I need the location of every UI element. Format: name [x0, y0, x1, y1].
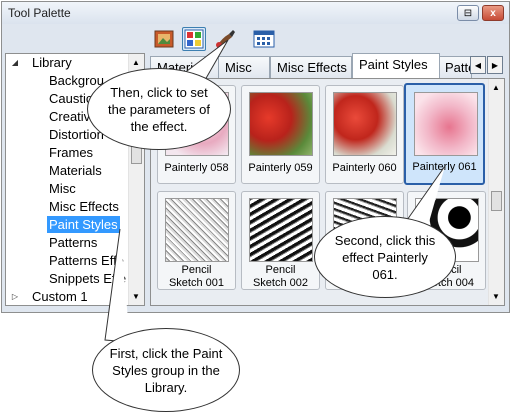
callout-text: Second, click this effect Painterly 061.	[334, 232, 436, 282]
callout-second: Second, click this effect Painterly 061.	[314, 216, 456, 298]
callout-then: Then, click to set the parameters of the…	[87, 68, 231, 150]
tab-paint-styles[interactable]: Paint Styles	[352, 53, 440, 78]
callout-first: First, click the Paint Styles group in t…	[92, 328, 240, 412]
callout-text: First, click the Paint Styles group in t…	[109, 345, 223, 395]
callout-text: Then, click to set the parameters of the…	[108, 84, 210, 134]
tab-label: Paint Styles	[359, 57, 428, 72]
